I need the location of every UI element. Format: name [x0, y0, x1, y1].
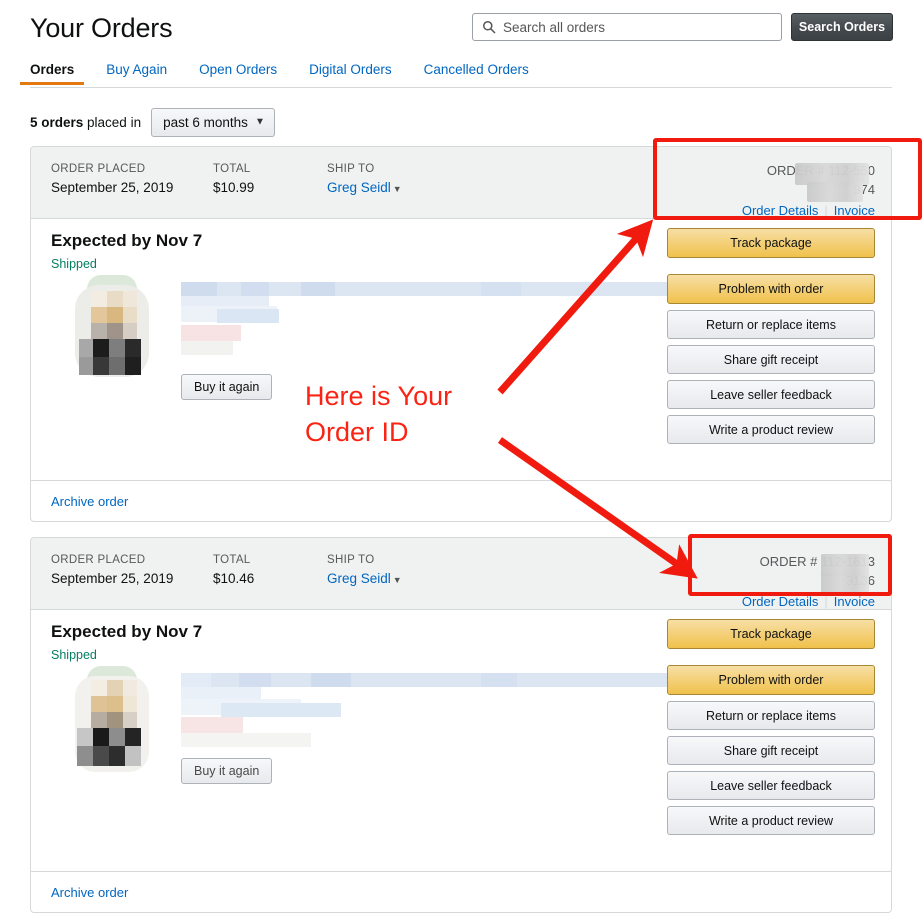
orders-count-text: 5 orders placed in: [30, 115, 141, 130]
product-title-redacted: [181, 673, 681, 751]
order-total-value: $10.99: [213, 180, 255, 195]
order-total-value: $10.46: [213, 571, 255, 586]
page-header: Your Orders Search Orders: [0, 0, 922, 60]
product-title-redacted: [181, 282, 681, 360]
ship-to-label: SHIP TO: [327, 554, 375, 566]
chevron-down-icon: ▼: [392, 184, 402, 194]
order-placed-value: September 25, 2019: [51, 180, 174, 195]
return-or-replace-button[interactable]: Return or replace items: [667, 701, 875, 730]
order-card-body: Expected by Nov 7 Shipped Buy it again T…: [31, 610, 891, 912]
tab-cancelled-orders[interactable]: Cancelled Orders: [424, 62, 529, 85]
order-card-header: ORDER PLACED September 25, 2019 TOTAL $1…: [31, 147, 891, 219]
time-period-select[interactable]: past 6 months ▼: [151, 107, 275, 137]
track-package-button[interactable]: Track package: [667, 228, 875, 258]
chevron-down-icon: ▼: [254, 116, 265, 128]
shipment-status: Shipped: [51, 648, 97, 662]
ship-to-block: SHIP TO Greg Seidl ▼: [327, 552, 402, 590]
product-thumbnail-redacted: [69, 275, 155, 379]
order-total-block: TOTAL $10.99: [213, 161, 254, 198]
ship-to-block: SHIP TO Greg Seidl ▼: [327, 161, 402, 199]
leave-seller-feedback-button[interactable]: Leave seller feedback: [667, 380, 875, 409]
order-card-footer: Archive order: [31, 871, 891, 912]
order-card-body: Expected by Nov 7 Shipped Buy it again T…: [31, 219, 891, 521]
tabbar-divider: [30, 87, 892, 88]
search-input[interactable]: [503, 19, 773, 35]
orders-page: Your Orders Search Orders Orders Buy Aga…: [0, 0, 922, 922]
order-card-header: ORDER PLACED September 25, 2019 TOTAL $1…: [31, 538, 891, 610]
product-thumbnail-redacted: [69, 666, 155, 772]
order-placed-label: ORDER PLACED: [51, 554, 146, 566]
ship-to-recipient[interactable]: Greg Seidl ▼: [327, 569, 402, 590]
invoice-link[interactable]: Invoice: [834, 203, 875, 218]
link-separator: |: [824, 203, 828, 218]
archive-order-link[interactable]: Archive order: [51, 494, 128, 509]
ship-to-name: Greg Seidl: [327, 180, 391, 195]
search-icon: [483, 21, 496, 34]
order-actions: Track package Problem with order Return …: [667, 619, 875, 841]
page-title: Your Orders: [30, 13, 173, 43]
orders-count-number: 5 orders: [30, 114, 84, 130]
archive-order-link[interactable]: Archive order: [51, 885, 128, 900]
ship-to-label: SHIP TO: [327, 163, 375, 175]
track-package-button[interactable]: Track package: [667, 619, 875, 649]
buy-it-again-button[interactable]: Buy it again: [181, 374, 273, 400]
write-product-review-button[interactable]: Write a product review: [667, 415, 875, 444]
write-product-review-button[interactable]: Write a product review: [667, 806, 875, 835]
problem-with-order-button[interactable]: Problem with order: [667, 665, 875, 695]
ship-to-name: Greg Seidl: [327, 571, 391, 586]
order-total-label: TOTAL: [213, 554, 251, 566]
order-number-redaction: [821, 573, 869, 593]
leave-seller-feedback-button[interactable]: Leave seller feedback: [667, 771, 875, 800]
search-box[interactable]: [472, 13, 782, 41]
share-gift-receipt-button[interactable]: Share gift receipt: [667, 345, 875, 374]
order-card: ORDER PLACED September 25, 2019 TOTAL $1…: [30, 537, 892, 913]
problem-with-order-button[interactable]: Problem with order: [667, 274, 875, 304]
order-placed-block: ORDER PLACED September 25, 2019: [51, 552, 173, 589]
order-placed-block: ORDER PLACED September 25, 2019: [51, 161, 173, 198]
order-actions: Track package Problem with order Return …: [667, 228, 875, 450]
shipment-eta: Expected by Nov 7: [51, 231, 203, 250]
order-details-link[interactable]: Order Details: [742, 203, 819, 218]
chevron-down-icon: ▼: [392, 575, 402, 585]
orders-count-suffix: placed in: [83, 114, 142, 130]
orders-tabbar: Orders Buy Again Open Orders Digital Ord…: [19, 62, 892, 88]
share-gift-receipt-button[interactable]: Share gift receipt: [667, 736, 875, 765]
order-details-link[interactable]: Order Details: [742, 594, 819, 609]
time-period-value: past 6 months: [163, 114, 248, 130]
search-orders-button[interactable]: Search Orders: [791, 13, 893, 41]
invoice-link[interactable]: Invoice: [834, 594, 875, 609]
ship-to-recipient[interactable]: Greg Seidl ▼: [327, 178, 402, 199]
link-separator: |: [824, 594, 828, 609]
order-card-footer: Archive order: [31, 480, 891, 521]
tab-orders[interactable]: Orders: [19, 62, 85, 85]
annotation-label-order-id: Here is Your Order ID: [305, 381, 453, 447]
order-number-redaction: [807, 182, 863, 202]
shipment-status: Shipped: [51, 257, 97, 271]
order-total-label: TOTAL: [213, 163, 251, 175]
order-number-prefix: ORDER #: [759, 554, 822, 569]
order-card: ORDER PLACED September 25, 2019 TOTAL $1…: [30, 146, 892, 522]
buy-it-again-button[interactable]: Buy it again: [181, 758, 273, 784]
orders-filter-row: 5 orders placed in past 6 months ▼: [30, 107, 275, 137]
order-placed-label: ORDER PLACED: [51, 163, 146, 175]
tab-open-orders[interactable]: Open Orders: [199, 62, 277, 85]
return-or-replace-button[interactable]: Return or replace items: [667, 310, 875, 339]
order-total-block: TOTAL $10.46: [213, 552, 254, 589]
order-placed-value: September 25, 2019: [51, 571, 174, 586]
shipment-eta: Expected by Nov 7: [51, 622, 203, 641]
tab-digital-orders[interactable]: Digital Orders: [309, 62, 392, 85]
tab-buy-again[interactable]: Buy Again: [106, 62, 167, 85]
